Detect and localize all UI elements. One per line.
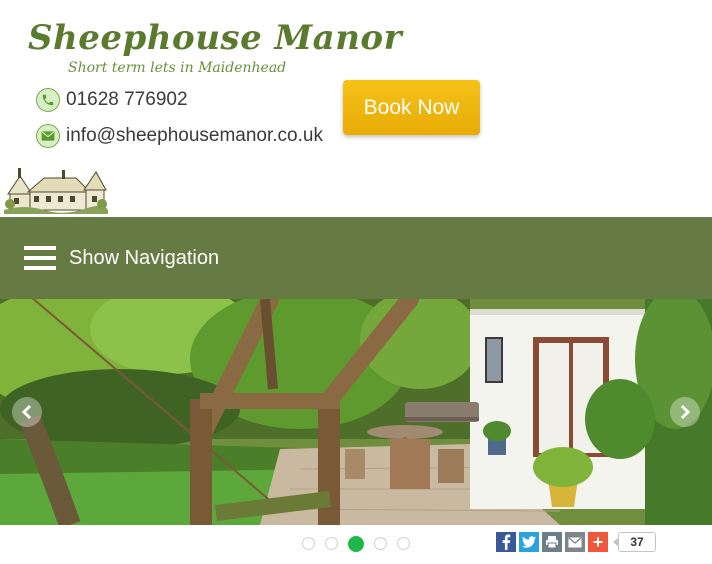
twitter-icon[interactable] (519, 532, 539, 552)
slide-dot-3-active[interactable] (348, 536, 364, 552)
slide-dot-2[interactable] (325, 537, 338, 550)
email-contact[interactable]: info@sheephousemanor.co.uk (36, 124, 323, 148)
slider-pagination (302, 536, 420, 552)
hamburger-icon[interactable] (24, 246, 56, 270)
navigation-bar: Show Navigation (0, 217, 712, 299)
book-now-button[interactable]: Book Now (343, 80, 480, 135)
share-toolbar: + 37 (496, 532, 656, 552)
phone-number: 01628 776902 (66, 89, 188, 110)
share-count: 37 (613, 532, 656, 552)
facebook-icon[interactable] (496, 532, 516, 552)
slide-dot-5[interactable] (397, 537, 410, 550)
email-icon[interactable] (565, 532, 585, 552)
garden-patio-photo (0, 299, 712, 525)
site-title: Sheephouse Manor (28, 18, 403, 58)
email-address: info@sheephousemanor.co.uk (66, 125, 323, 146)
plus-icon[interactable]: + (588, 532, 608, 552)
phone-icon (36, 88, 60, 112)
site-tagline: Short term lets in Maidenhead (68, 60, 287, 76)
chevron-left-icon[interactable] (12, 397, 42, 427)
print-icon[interactable] (542, 532, 562, 552)
site-logo[interactable]: Sheephouse Manor Short term lets in Maid… (28, 18, 403, 76)
slide-dot-4[interactable] (374, 537, 387, 550)
phone-contact[interactable]: 01628 776902 (36, 88, 188, 112)
envelope-icon (36, 124, 60, 148)
slide-dot-1[interactable] (302, 537, 315, 550)
house-illustration (4, 164, 108, 214)
image-slider (0, 299, 712, 525)
show-navigation-toggle[interactable]: Show Navigation (69, 247, 219, 270)
chevron-right-icon[interactable] (670, 397, 700, 427)
